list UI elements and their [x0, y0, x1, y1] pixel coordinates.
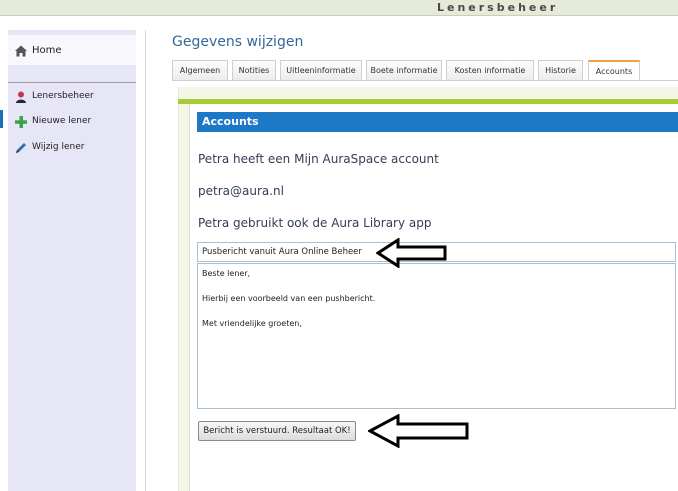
tab-uitleeninformatie[interactable]: Uitleeninformatie [280, 60, 362, 80]
sidebar-item-nieuwe-lener[interactable]: Nieuwe lener [8, 113, 136, 131]
tab-notities[interactable]: Notities [232, 60, 276, 80]
app-title: Lenersbeheer [437, 1, 559, 14]
active-marker [0, 110, 3, 128]
section-title: Accounts [202, 115, 259, 128]
home-icon [15, 45, 27, 57]
send-result-button[interactable]: Bericht is verstuurd. Resultaat OK! [198, 421, 356, 441]
tab-underline [172, 80, 678, 81]
pencil-icon [16, 143, 26, 153]
plus-icon [15, 116, 27, 128]
sidebar-item-lenersbeheer[interactable]: Lenersbeheer [8, 88, 136, 106]
user-icon [16, 91, 26, 103]
sidebar: Home Lenersbeheer Nieuwe lener Wijzig le… [8, 30, 136, 491]
sidebar-item-home[interactable]: Home [8, 35, 136, 65]
divider [145, 30, 146, 491]
arrow-icon [376, 238, 447, 268]
tab-accounts[interactable]: Accounts [588, 60, 640, 81]
sidebar-item-label: Nieuwe lener [32, 116, 92, 126]
sidebar-item-label: Home [32, 45, 62, 56]
push-message-textarea[interactable]: Beste lener, Hierbij een voorbeeld van e… [197, 263, 676, 409]
sidebar-item-wijzig-lener[interactable]: Wijzig lener [8, 139, 136, 157]
page-title: Gegevens wijzigen [172, 34, 304, 50]
account-status-text: Petra heeft een Mijn AuraSpace account [198, 152, 439, 166]
push-body-greeting: Beste lener, [202, 269, 251, 278]
tab-historie[interactable]: Historie [538, 60, 583, 80]
app-usage-text: Petra gebruikt ook de Aura Library app [198, 216, 432, 230]
push-title-value: Pusbericht vanuit Aura Online Beheer [202, 247, 362, 257]
sidebar-item-label: Lenersbeheer [32, 91, 94, 101]
sidebar-item-label: Wijzig lener [32, 142, 85, 152]
sidebar-divider [8, 82, 136, 83]
push-body-text: Hierbij een voorbeeld van een pushberich… [202, 294, 376, 303]
section-header: Accounts [197, 112, 678, 132]
app-header: Lenersbeheer [0, 0, 678, 16]
tab-algemeen[interactable]: Algemeen [172, 60, 228, 80]
push-body-closing: Met vriendelijke groeten, [202, 319, 302, 328]
arrow-icon [368, 414, 469, 448]
account-email: petra@aura.nl [198, 184, 284, 198]
tab-boete-informatie[interactable]: Boete informatie [366, 60, 442, 80]
tab-kosten-informatie[interactable]: Kosten informatie [446, 60, 534, 80]
